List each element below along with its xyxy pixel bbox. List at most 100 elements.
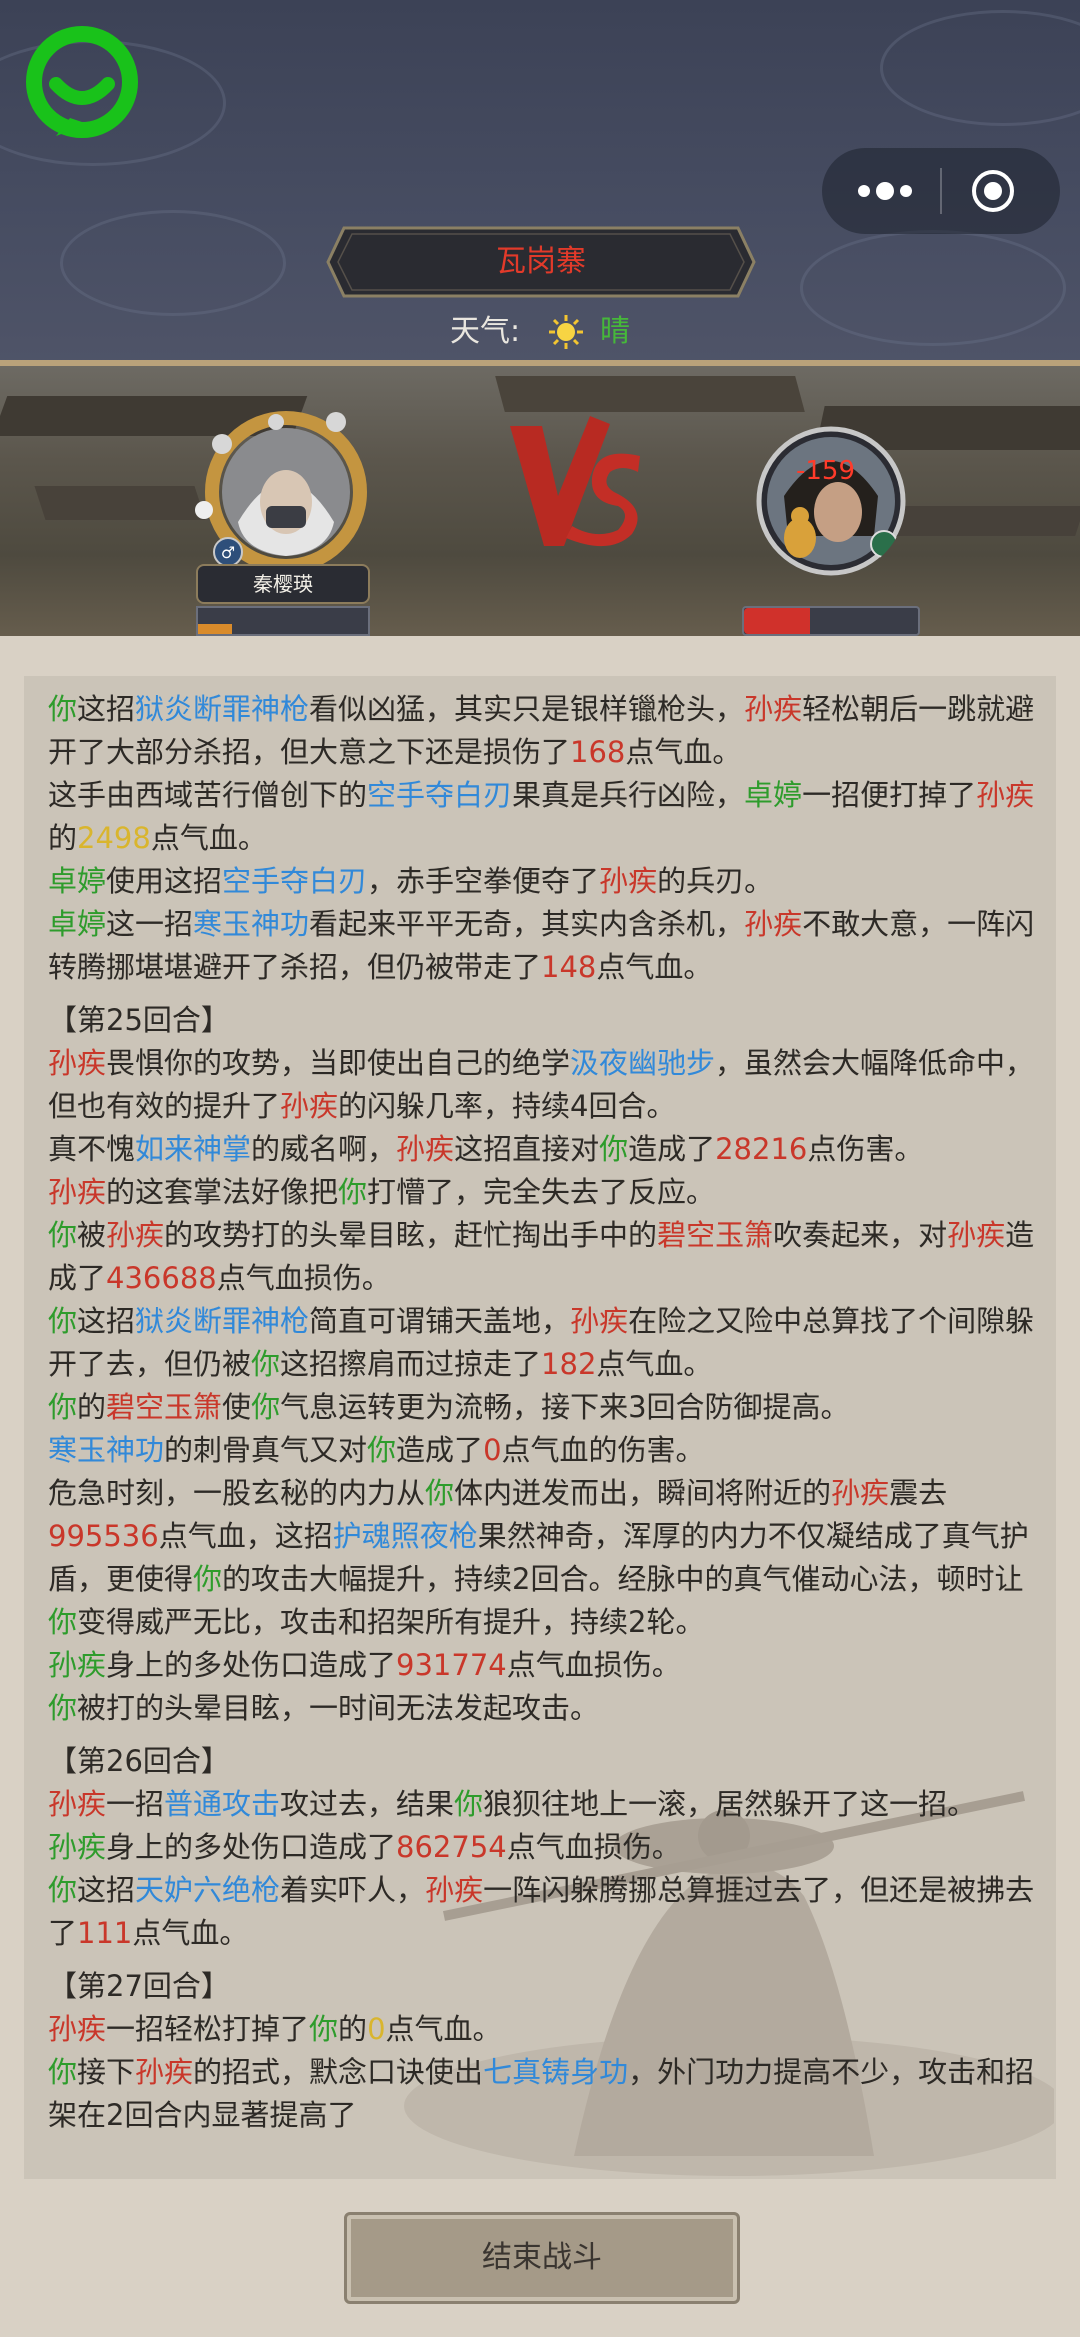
log-text: 点气血。 bbox=[596, 950, 713, 984]
capsule-divider bbox=[940, 168, 942, 214]
log-highlight: 28216 bbox=[715, 1132, 808, 1166]
log-highlight: 如来神掌 bbox=[135, 1132, 252, 1166]
log-highlight: 天妒六绝枪 bbox=[135, 1873, 281, 1907]
log-text: 这招 bbox=[77, 1304, 136, 1338]
log-text: 着实吓人， bbox=[280, 1873, 426, 1907]
log-entry: 真不愧如来神掌的威名啊，孙疾这招直接对你造成了28216点伤害。 bbox=[48, 1128, 1036, 1171]
chat-logo-icon[interactable] bbox=[26, 26, 138, 138]
log-entry: 你这招狱炎断罪神枪看似凶猛，其实只是银样镴枪头，孙疾轻松朝后一跳就避开了大部分杀… bbox=[48, 688, 1036, 774]
log-highlight: 0 bbox=[483, 1433, 502, 1467]
log-text: 点气血，这招 bbox=[158, 1519, 333, 1553]
log-highlight: 你 bbox=[367, 1433, 397, 1467]
log-text: 的刺骨真气又对 bbox=[164, 1433, 368, 1467]
log-highlight: 995536 bbox=[48, 1519, 159, 1553]
round-header: 【第25回合】 bbox=[48, 999, 1036, 1042]
log-entry: 你的碧空玉箫使你气息运转更为流畅，接下来3回合防御提高。 bbox=[48, 1386, 1036, 1429]
log-highlight: 孙疾 bbox=[831, 1476, 890, 1510]
cloud-decoration bbox=[880, 10, 1080, 126]
log-entry: 你这招狱炎断罪神枪简直可谓铺天盖地，孙疾在险之又险中总算找了个间隙躲开了去，但仍… bbox=[48, 1300, 1036, 1386]
cloud-decoration bbox=[800, 230, 1066, 346]
log-text: 点气血。 bbox=[625, 735, 742, 769]
mini-program-capsule bbox=[822, 148, 1060, 234]
log-text: 的威名啊， bbox=[251, 1132, 397, 1166]
log-highlight: 孙疾 bbox=[48, 1175, 107, 1209]
player-hp-fill bbox=[198, 624, 232, 634]
log-highlight: 你 bbox=[48, 1605, 78, 1639]
cloud-decoration bbox=[60, 210, 286, 316]
log-text: 看起来平平无奇，其实内含杀机， bbox=[309, 907, 745, 941]
log-highlight: 孙疾 bbox=[48, 1830, 107, 1864]
log-entry: 寒玉神功的刺骨真气又对你造成了0点气血的伤害。 bbox=[48, 1429, 1036, 1472]
log-highlight: 148 bbox=[541, 950, 597, 984]
log-entry: 卓婷使用这招空手夺白刃，赤手空拳便夺了孙疾的兵刃。 bbox=[48, 860, 1036, 903]
log-text: 点伤害。 bbox=[807, 1132, 924, 1166]
log-text: 接下 bbox=[77, 2055, 136, 2089]
log-text: 这一招 bbox=[106, 907, 194, 941]
log-text: 点气血损伤。 bbox=[216, 1261, 391, 1295]
log-text: 【第25回合】 bbox=[48, 1003, 230, 1037]
log-highlight: 111 bbox=[77, 1916, 133, 1950]
sun-icon bbox=[549, 315, 583, 349]
log-highlight: 你 bbox=[193, 1562, 223, 1596]
battle-log[interactable]: 你这招狱炎断罪神枪看似凶猛，其实只是银样镴枪头，孙疾轻松朝后一跳就避开了大部分杀… bbox=[24, 676, 1056, 2179]
more-icon[interactable] bbox=[850, 148, 920, 234]
log-highlight: 孙疾 bbox=[425, 1873, 484, 1907]
log-highlight: 空手夺白刃 bbox=[222, 864, 368, 898]
log-highlight: 你 bbox=[251, 1390, 281, 1424]
log-text: 【第27回合】 bbox=[48, 1969, 230, 2003]
log-highlight: 你 bbox=[48, 2055, 78, 2089]
round-header: 【第27回合】 bbox=[48, 1965, 1036, 2008]
top-header: 瓦岗寨 天气: 晴 bbox=[0, 0, 1080, 366]
log-text: 的兵刃。 bbox=[657, 864, 774, 898]
log-highlight: 孙疾 bbox=[947, 1218, 1006, 1252]
log-highlight: 你 bbox=[48, 692, 78, 726]
log-text: 狼狈往地上一滚，居然躲开了这一招。 bbox=[483, 1787, 977, 1821]
vs-logo bbox=[510, 416, 640, 547]
log-entry: 你被孙疾的攻势打的头晕目眩，赶忙掏出手中的碧空玉箫吹奏起来，对孙疾造成了4366… bbox=[48, 1214, 1036, 1300]
weather-value: 晴 bbox=[600, 314, 630, 349]
log-highlight: 你 bbox=[48, 1390, 78, 1424]
log-entry: 卓婷这一招寒玉神功看起来平平无奇，其实内含杀机，孙疾不敢大意，一阵闪转腾挪堪堪避… bbox=[48, 903, 1036, 989]
log-highlight: 0 bbox=[367, 2012, 386, 2046]
log-entry: 危急时刻，一股玄秘的内力从你体内迸发而出，瞬间将附近的孙疾震去995536点气血… bbox=[48, 1472, 1036, 1644]
log-highlight: 孙疾 bbox=[396, 1132, 455, 1166]
log-text: 点气血。 bbox=[385, 2012, 502, 2046]
log-highlight: 孙疾 bbox=[280, 1089, 339, 1123]
log-text: 造成了 bbox=[396, 1433, 484, 1467]
log-text: 身上的多处伤口造成了 bbox=[106, 1830, 397, 1864]
round-header: 【第26回合】 bbox=[48, 1740, 1036, 1783]
log-highlight: 你 bbox=[48, 1691, 78, 1725]
log-text: 点气血。 bbox=[596, 1347, 713, 1381]
log-text: 被 bbox=[77, 1218, 107, 1252]
log-highlight: 436688 bbox=[106, 1261, 217, 1295]
log-highlight: 孙疾 bbox=[744, 692, 803, 726]
log-text: 这招 bbox=[77, 1873, 136, 1907]
log-highlight: 168 bbox=[570, 735, 626, 769]
log-entry: 孙疾一招轻松打掉了你的0点气血。 bbox=[48, 2008, 1036, 2051]
log-text: 的招式，默念口诀使出 bbox=[193, 2055, 484, 2089]
log-text: 体内迸发而出，瞬间将附近的 bbox=[454, 1476, 832, 1510]
enemy-hp-bar bbox=[742, 606, 920, 636]
battle-log-text: 你这招狱炎断罪神枪看似凶猛，其实只是银样镴枪头，孙疾轻松朝后一跳就避开了大部分杀… bbox=[48, 688, 1036, 2137]
log-text: 点气血。 bbox=[132, 1916, 249, 1950]
enemy-portrait[interactable] bbox=[756, 426, 906, 576]
weather-label: 天气: bbox=[450, 314, 521, 349]
log-text: 一招 bbox=[106, 1787, 165, 1821]
log-text: 这招直接对 bbox=[454, 1132, 600, 1166]
record-icon[interactable] bbox=[970, 168, 1016, 214]
log-highlight: 空手夺白刃 bbox=[367, 778, 513, 812]
log-text: ，赤手空拳便夺了 bbox=[367, 864, 600, 898]
log-text: 简直可谓铺天盖地， bbox=[309, 1304, 571, 1338]
log-text: 这招擦肩而过掠走了 bbox=[280, 1347, 542, 1381]
log-text: 这招 bbox=[77, 692, 136, 726]
player-hp-bar bbox=[196, 606, 370, 636]
log-text: 吹奏起来，对 bbox=[773, 1218, 948, 1252]
log-text: 的 bbox=[77, 1390, 107, 1424]
end-battle-button[interactable]: 结束战斗 bbox=[344, 2212, 740, 2304]
log-highlight: 孙疾 bbox=[48, 1787, 107, 1821]
log-text: 身上的多处伤口造成了 bbox=[106, 1648, 397, 1682]
enemy-hp-fill bbox=[744, 608, 811, 634]
log-highlight: 孙疾 bbox=[48, 2012, 107, 2046]
log-text: 【第26回合】 bbox=[48, 1744, 230, 1778]
log-text: 被打的头晕目眩，一时间无法发起攻击。 bbox=[77, 1691, 600, 1725]
